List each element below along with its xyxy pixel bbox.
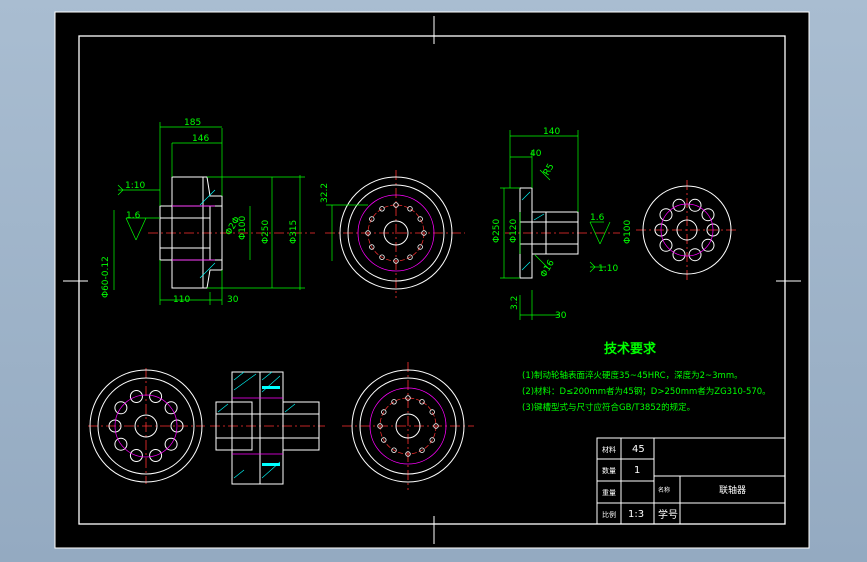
dim-phi315: Φ315 [289,220,299,244]
dim-40: 40 [530,149,542,159]
dim-roughness-right: 1.6 [590,213,605,223]
dim-phi100-right: Φ100 [623,219,633,244]
value-material: 45 [632,444,645,455]
label-weight: 重量 [602,489,616,497]
dim-phi250: Φ250 [261,219,271,244]
dim-30: 30 [227,295,239,305]
cad-viewport[interactable]: 185 146 1:10 1.6 110 30 Φ100 Φ250 Φ315 Φ… [0,0,867,562]
label-material: 材料 [602,445,616,454]
drawing-sheet[interactable]: 185 146 1:10 1.6 110 30 Φ100 Φ250 Φ315 Φ… [0,0,867,562]
dim-146: 146 [192,134,209,144]
value-quantity: 1 [634,465,640,476]
dim-185: 185 [184,118,201,128]
dim-110: 110 [173,295,190,305]
note-line-2: (2)材料：D≤200mm者为45钢；D>250mm者为ZG310-570。 [522,386,771,397]
dim-roughness-left: 1.6 [126,211,141,221]
dim-32-2: 32.2 [320,183,330,203]
notes-title: 技术要求 [604,341,657,357]
label-student-no: 学号 [658,508,678,521]
note-line-3: (3)键槽型式与尺寸应符合GB/T3852的规定。 [522,402,695,413]
value-scale: 1:3 [628,509,644,520]
dim-slope-left: 1:10 [125,181,145,191]
label-name: 名称 [658,486,670,494]
dim-30-right: 30 [555,311,567,321]
label-quantity: 数量 [602,466,616,475]
dim-3-2: 3.2 [510,296,520,310]
dim-phi120: Φ120 [509,218,519,243]
dim-slope-right: 1:10 [598,264,618,274]
label-scale: 比例 [602,510,616,519]
dim-140: 140 [543,127,560,137]
note-line-1: (1)制动轮轴表面淬火硬度35~45HRC，深度为2~3mm。 [522,370,743,381]
dim-phi250-right: Φ250 [492,218,502,243]
part-name: 联轴器 [719,484,746,496]
dim-shaft-tol: Φ60-0.12 [101,256,111,298]
